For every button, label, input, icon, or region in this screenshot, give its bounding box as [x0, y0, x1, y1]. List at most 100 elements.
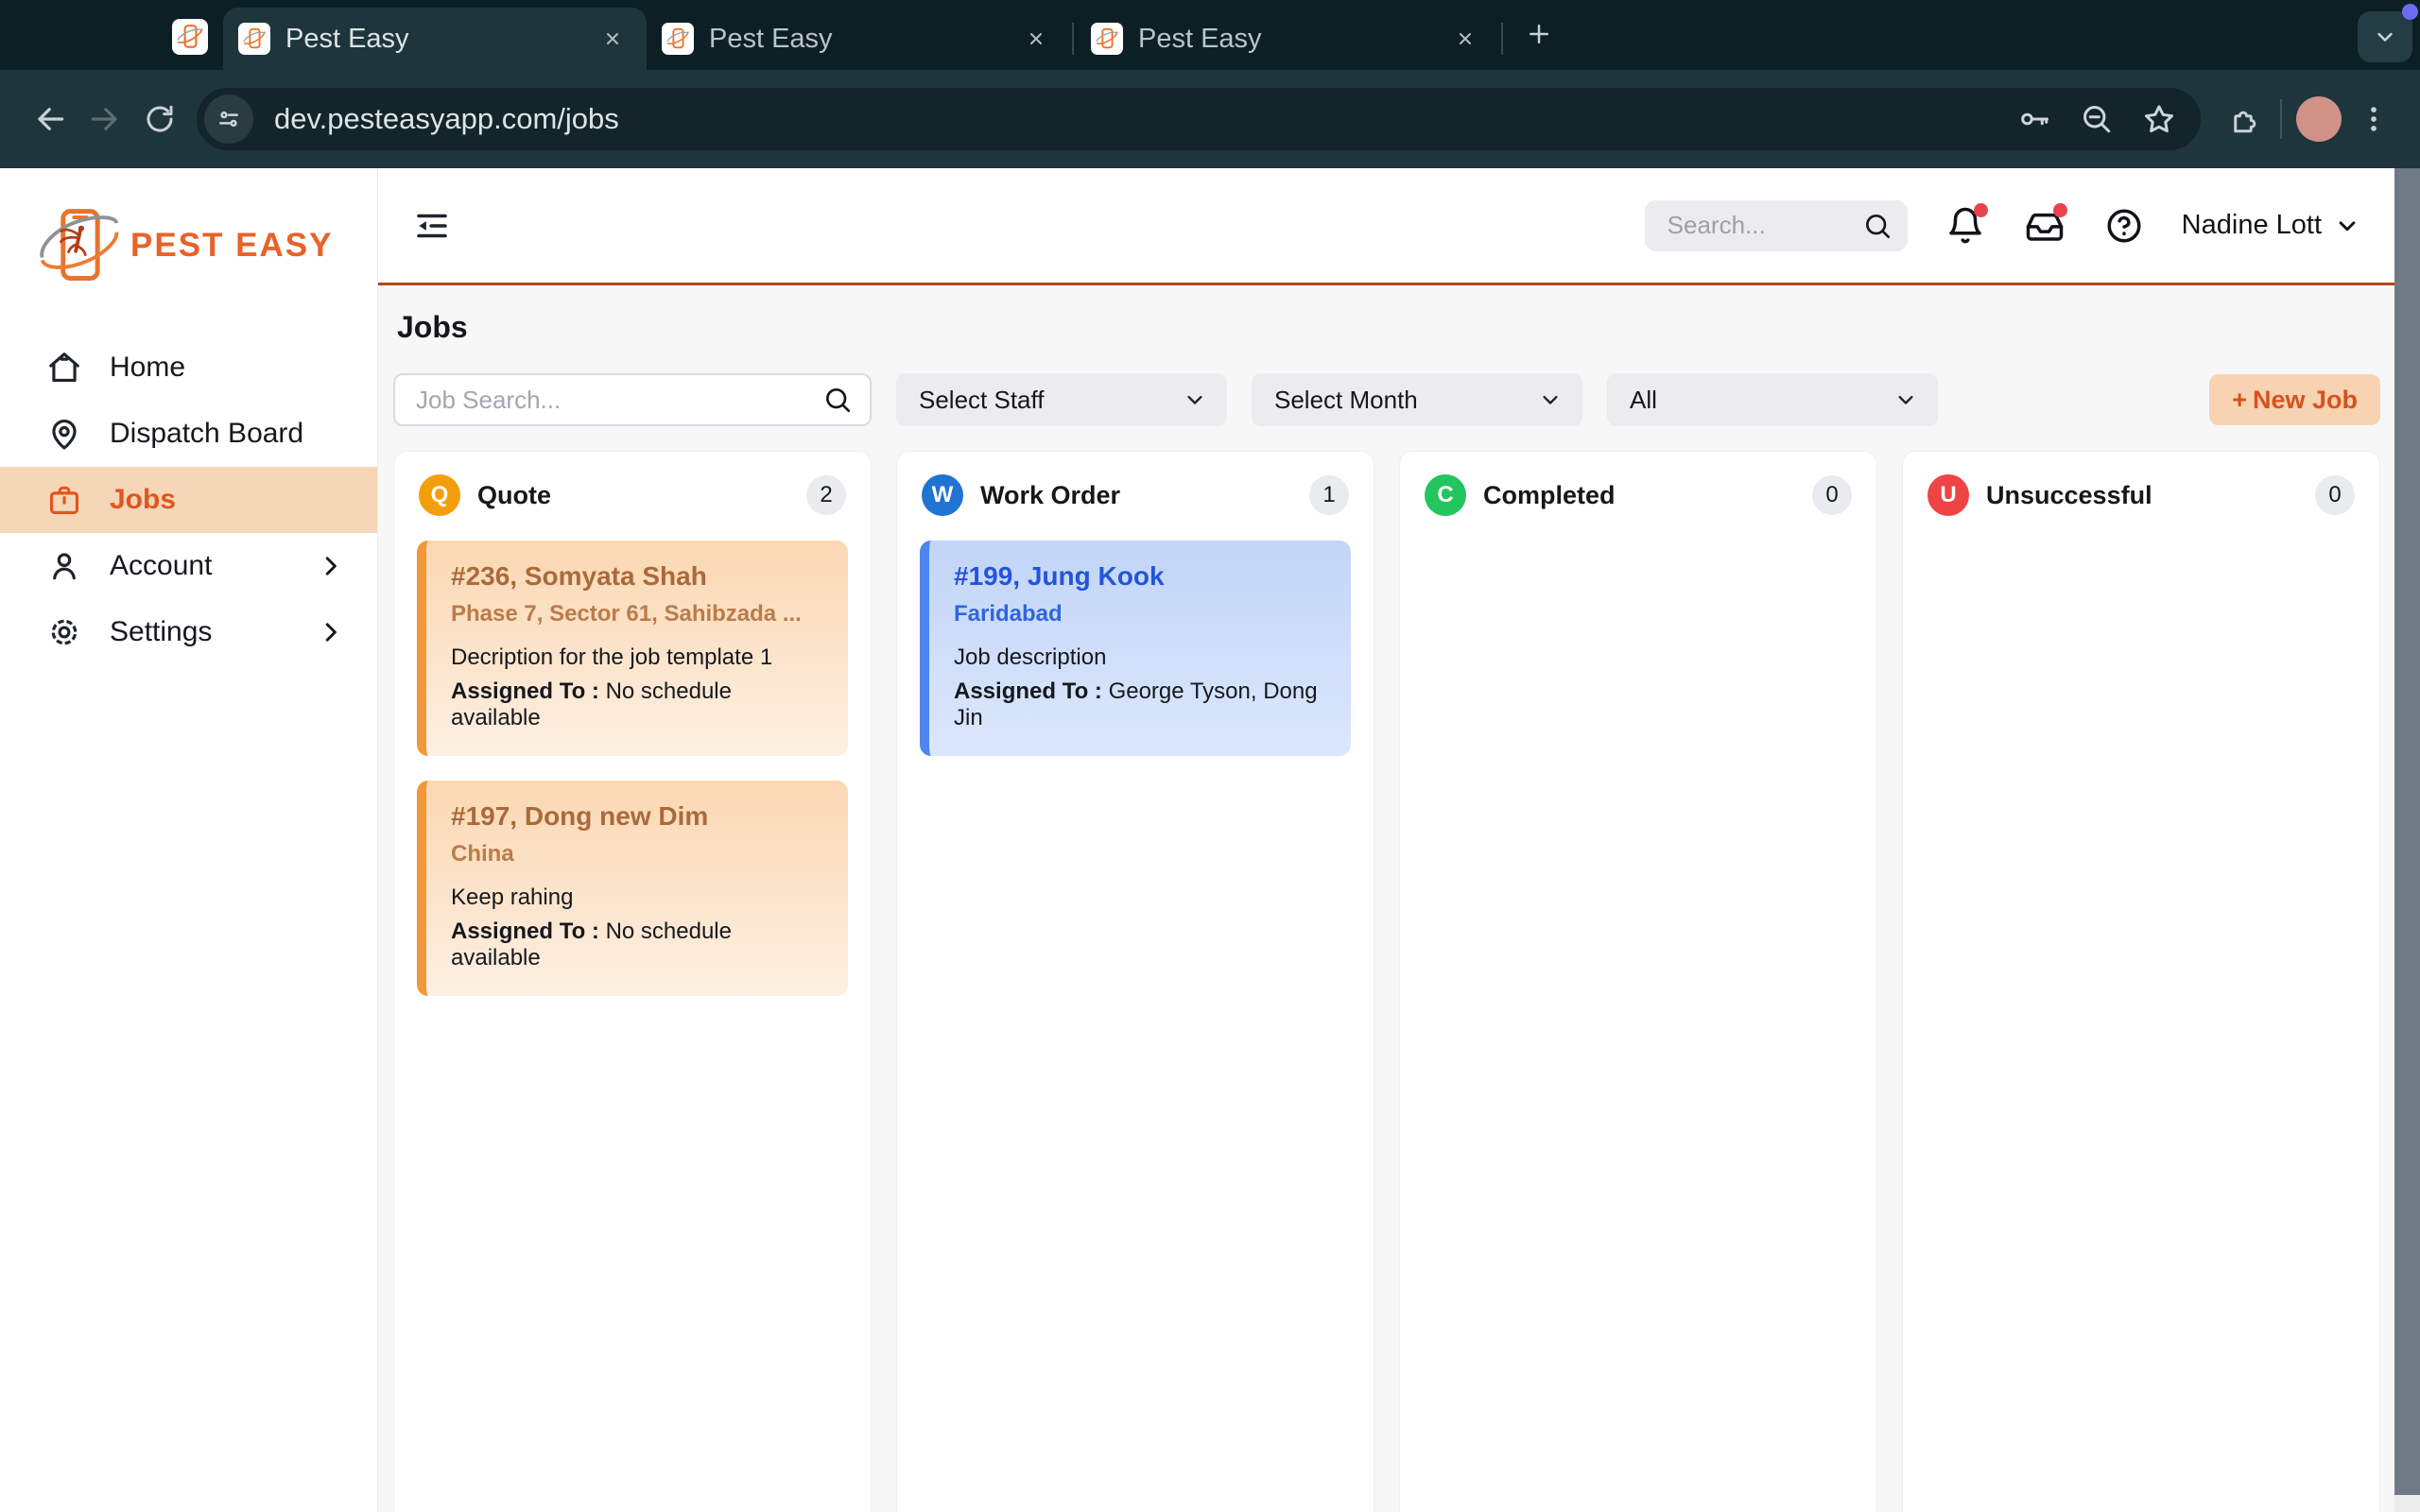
- collapse-sidebar-button[interactable]: [406, 200, 458, 251]
- user-icon: [45, 547, 83, 585]
- column-cards: #236, Somyata Shah Phase 7, Sector 61, S…: [394, 537, 871, 1019]
- column-header: U Unsuccessful 0: [1903, 452, 2379, 537]
- type-select[interactable]: All: [1607, 373, 1938, 426]
- chevron-down-icon: [1893, 387, 1919, 413]
- job-card-description: Keep rahing: [451, 885, 823, 911]
- global-search[interactable]: [1645, 200, 1908, 251]
- forward-button[interactable]: [78, 92, 132, 146]
- pesteasy-favicon-icon: [176, 23, 204, 51]
- month-select[interactable]: Select Month: [1252, 373, 1582, 426]
- notification-badge-dot: [1974, 203, 1988, 217]
- user-menu[interactable]: Nadine Lott: [2182, 210, 2361, 241]
- pesteasy-logo-icon: [36, 202, 123, 289]
- inbox-button[interactable]: [2023, 204, 2066, 248]
- column-label: Work Order: [980, 481, 1120, 510]
- staff-select[interactable]: Select Staff: [896, 373, 1227, 426]
- type-select-value: All: [1630, 386, 1657, 415]
- sidebar-item-dispatch-board[interactable]: Dispatch Board: [0, 401, 377, 467]
- site-settings-button[interactable]: [204, 94, 253, 144]
- url-text[interactable]: dev.pesteasyapp.com/jobs: [274, 102, 619, 136]
- sidebar-item-home[interactable]: Home: [0, 335, 377, 401]
- sidebar-nav: Home Dispatch Board Jobs: [0, 335, 377, 665]
- sidebar-item-settings[interactable]: Settings: [0, 599, 377, 665]
- sidebar-item-account[interactable]: Account: [0, 533, 377, 599]
- job-search[interactable]: [393, 373, 872, 426]
- browser-menu-button[interactable]: [2346, 92, 2401, 146]
- column-count: 2: [806, 475, 846, 515]
- column-header: C Completed 0: [1400, 452, 1876, 537]
- staff-select-value: Select Staff: [919, 386, 1045, 415]
- page-content: Jobs Select Staff Select Month: [378, 285, 2420, 1512]
- back-arrow-icon: [32, 101, 68, 137]
- address-bar-actions: [2017, 102, 2176, 136]
- puzzle-icon: [2226, 102, 2260, 136]
- browser-tab-2[interactable]: Pest Easy: [647, 8, 1070, 70]
- job-card[interactable]: #197, Dong new Dim China Keep rahing Ass…: [417, 781, 848, 996]
- bookmark-star-icon[interactable]: [2142, 102, 2176, 136]
- assigned-label: Assigned To :: [451, 919, 599, 944]
- zoom-out-icon[interactable]: [2080, 102, 2114, 136]
- job-card-location: Faridabad: [954, 601, 1326, 627]
- global-search-input[interactable]: [1666, 210, 1862, 241]
- back-button[interactable]: [23, 92, 78, 146]
- help-button[interactable]: [2102, 204, 2146, 248]
- column-cards: [1903, 537, 2379, 563]
- help-circle-icon: [2104, 206, 2144, 246]
- tab-search-button[interactable]: [2358, 11, 2412, 62]
- scrollbar-thumb[interactable]: [2394, 168, 2420, 1495]
- search-icon: [822, 385, 853, 415]
- app-logo[interactable]: PEST EASY: [0, 168, 377, 289]
- tab-favicon: [238, 23, 270, 55]
- job-card-description: Job description: [954, 644, 1326, 671]
- assigned-label: Assigned To :: [451, 679, 599, 704]
- column-completed: C Completed 0: [1399, 451, 1877, 1512]
- app-viewport: PEST EASY Home Dispatch Board: [0, 168, 2420, 1512]
- gear-icon: [45, 613, 83, 651]
- page-scrollbar[interactable]: [2394, 168, 2420, 1512]
- sidebar-item-label: Settings: [110, 616, 212, 648]
- new-job-button[interactable]: + New Job: [2209, 374, 2380, 425]
- column-label: Completed: [1483, 481, 1616, 510]
- sidebar-item-jobs[interactable]: Jobs: [0, 467, 377, 533]
- briefcase-icon: [45, 481, 83, 519]
- reload-button[interactable]: [132, 92, 187, 146]
- browser-tab-1[interactable]: Pest Easy: [223, 8, 647, 70]
- browser-window: Pest Easy Pest Easy: [0, 0, 2420, 1512]
- column-badge: Q: [419, 474, 460, 516]
- tab-close-icon[interactable]: [1017, 20, 1055, 58]
- tune-icon: [215, 105, 243, 133]
- job-card[interactable]: #236, Somyata Shah Phase 7, Sector 61, S…: [417, 541, 848, 756]
- reload-icon: [143, 102, 177, 136]
- job-card-assigned: Assigned To : No schedule available: [451, 679, 823, 731]
- tab-favicon: [1091, 23, 1123, 55]
- column-count: 1: [1309, 475, 1349, 515]
- extensions-button[interactable]: [2216, 92, 2271, 146]
- avatar: [2296, 96, 2342, 142]
- profile-button[interactable]: [2291, 92, 2346, 146]
- plus-icon: [1525, 20, 1553, 48]
- month-select-value: Select Month: [1274, 386, 1418, 415]
- column-badge: C: [1425, 474, 1466, 516]
- column-header: Q Quote 2: [394, 452, 871, 537]
- job-card-title: #236, Somyata Shah: [451, 561, 823, 592]
- address-bar[interactable]: dev.pesteasyapp.com/jobs: [197, 88, 2201, 150]
- password-key-icon[interactable]: [2017, 102, 2051, 136]
- forward-arrow-icon: [87, 101, 123, 137]
- column-count: 0: [1812, 475, 1852, 515]
- browser-tab-3[interactable]: Pest Easy: [1076, 8, 1499, 70]
- tab-close-icon[interactable]: [1446, 20, 1484, 58]
- job-card-title: #199, Jung Kook: [954, 561, 1326, 592]
- new-tab-button[interactable]: [1514, 9, 1564, 59]
- tab-close-icon[interactable]: [594, 20, 631, 58]
- sidebar: PEST EASY Home Dispatch Board: [0, 168, 378, 1512]
- job-card[interactable]: #199, Jung Kook Faridabad Job descriptio…: [920, 541, 1351, 756]
- kebab-menu-icon: [2358, 103, 2390, 135]
- notifications-button[interactable]: [1944, 204, 1987, 248]
- header-actions: Nadine Lott: [1645, 200, 2361, 251]
- job-search-input[interactable]: [414, 385, 822, 416]
- pinned-tab[interactable]: [172, 19, 208, 55]
- inbox-badge-dot: [2053, 203, 2067, 217]
- tab-favicon: [662, 23, 694, 55]
- job-card-location: Phase 7, Sector 61, Sahibzada ...: [451, 601, 823, 627]
- column-label: Quote: [477, 481, 551, 510]
